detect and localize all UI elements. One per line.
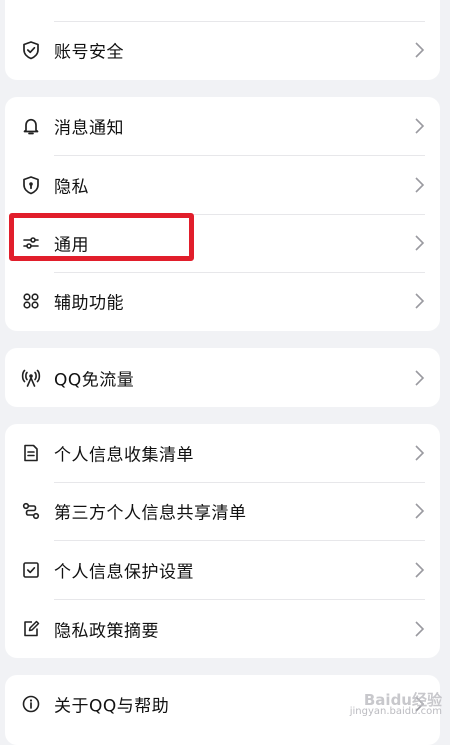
- settings-item-accessibility[interactable]: 辅助功能: [5, 272, 440, 330]
- settings-item-label: 通用: [54, 235, 89, 256]
- settings-item-info-collection-list[interactable]: 个人信息收集清单: [5, 424, 440, 482]
- bell-icon: [20, 115, 42, 137]
- settings-item-label: 隐私政策摘要: [54, 621, 159, 642]
- share-flow-icon: [20, 500, 42, 522]
- settings-item-qq-free-data[interactable]: QQ免流量: [5, 348, 440, 407]
- chevron-right-icon: [415, 293, 425, 309]
- chevron-right-icon: [415, 118, 425, 134]
- chevron-right-icon: [415, 369, 425, 386]
- chevron-right-icon: [415, 562, 425, 578]
- chevron-right-icon: [415, 42, 425, 58]
- settings-item-notifications[interactable]: 消息通知: [5, 97, 440, 155]
- watermark-url: jingyan.baidu.com: [349, 706, 442, 717]
- settings-item-label: 辅助功能: [54, 293, 124, 314]
- grid-icon: [20, 290, 42, 312]
- sliders-icon: [20, 232, 42, 254]
- settings-item-general[interactable]: 通用: [5, 214, 440, 272]
- settings-item-privacy-policy-summary[interactable]: 隐私政策摘要: [5, 600, 440, 658]
- chevron-right-icon: [415, 235, 425, 251]
- settings-item-label: QQ免流量: [54, 370, 135, 390]
- settings-item-label: 隐私: [54, 177, 89, 198]
- edit-icon: [20, 618, 42, 640]
- settings-item-label: 账号安全: [54, 42, 124, 63]
- chevron-right-icon: [415, 503, 425, 519]
- settings-item-third-party-sharing-list[interactable]: 第三方个人信息共享清单: [5, 482, 440, 540]
- settings-card-personal-info: 个人信息收集清单 第三方个人信息共享清单 个人信息保护设置 隐私政策摘要: [5, 424, 440, 658]
- settings-card-general: 消息通知 隐私 通用 辅助功能: [5, 97, 440, 331]
- settings-card-account: 账号安全: [5, 0, 440, 80]
- settings-item-label: 个人信息保护设置: [54, 562, 194, 583]
- shield-lock-icon: [20, 174, 42, 196]
- baidu-jingyan-watermark: Baidu经验 jingyan.baidu.com: [349, 691, 442, 718]
- settings-item-account-security[interactable]: 账号安全: [5, 21, 440, 79]
- settings-card-data: QQ免流量: [5, 348, 440, 407]
- settings-item-privacy[interactable]: 隐私: [5, 156, 440, 214]
- settings-item-label: 第三方个人信息共享清单: [54, 503, 247, 524]
- chevron-right-icon: [415, 445, 425, 461]
- chevron-right-icon: [415, 177, 425, 193]
- settings-item-info-protection-settings[interactable]: 个人信息保护设置: [5, 541, 440, 599]
- chevron-right-icon: [415, 621, 425, 637]
- settings-item-label: 关于QQ与帮助: [54, 696, 170, 717]
- settings-item-label: 消息通知: [54, 118, 124, 139]
- info-icon: [20, 693, 42, 715]
- document-list-icon: [20, 442, 42, 464]
- settings-item-label: 个人信息收集清单: [54, 445, 194, 466]
- watermark-brand: Baidu经验: [363, 691, 442, 709]
- checkbox-icon: [20, 559, 42, 581]
- signal-tower-icon: [20, 367, 42, 389]
- shield-check-icon: [20, 39, 42, 61]
